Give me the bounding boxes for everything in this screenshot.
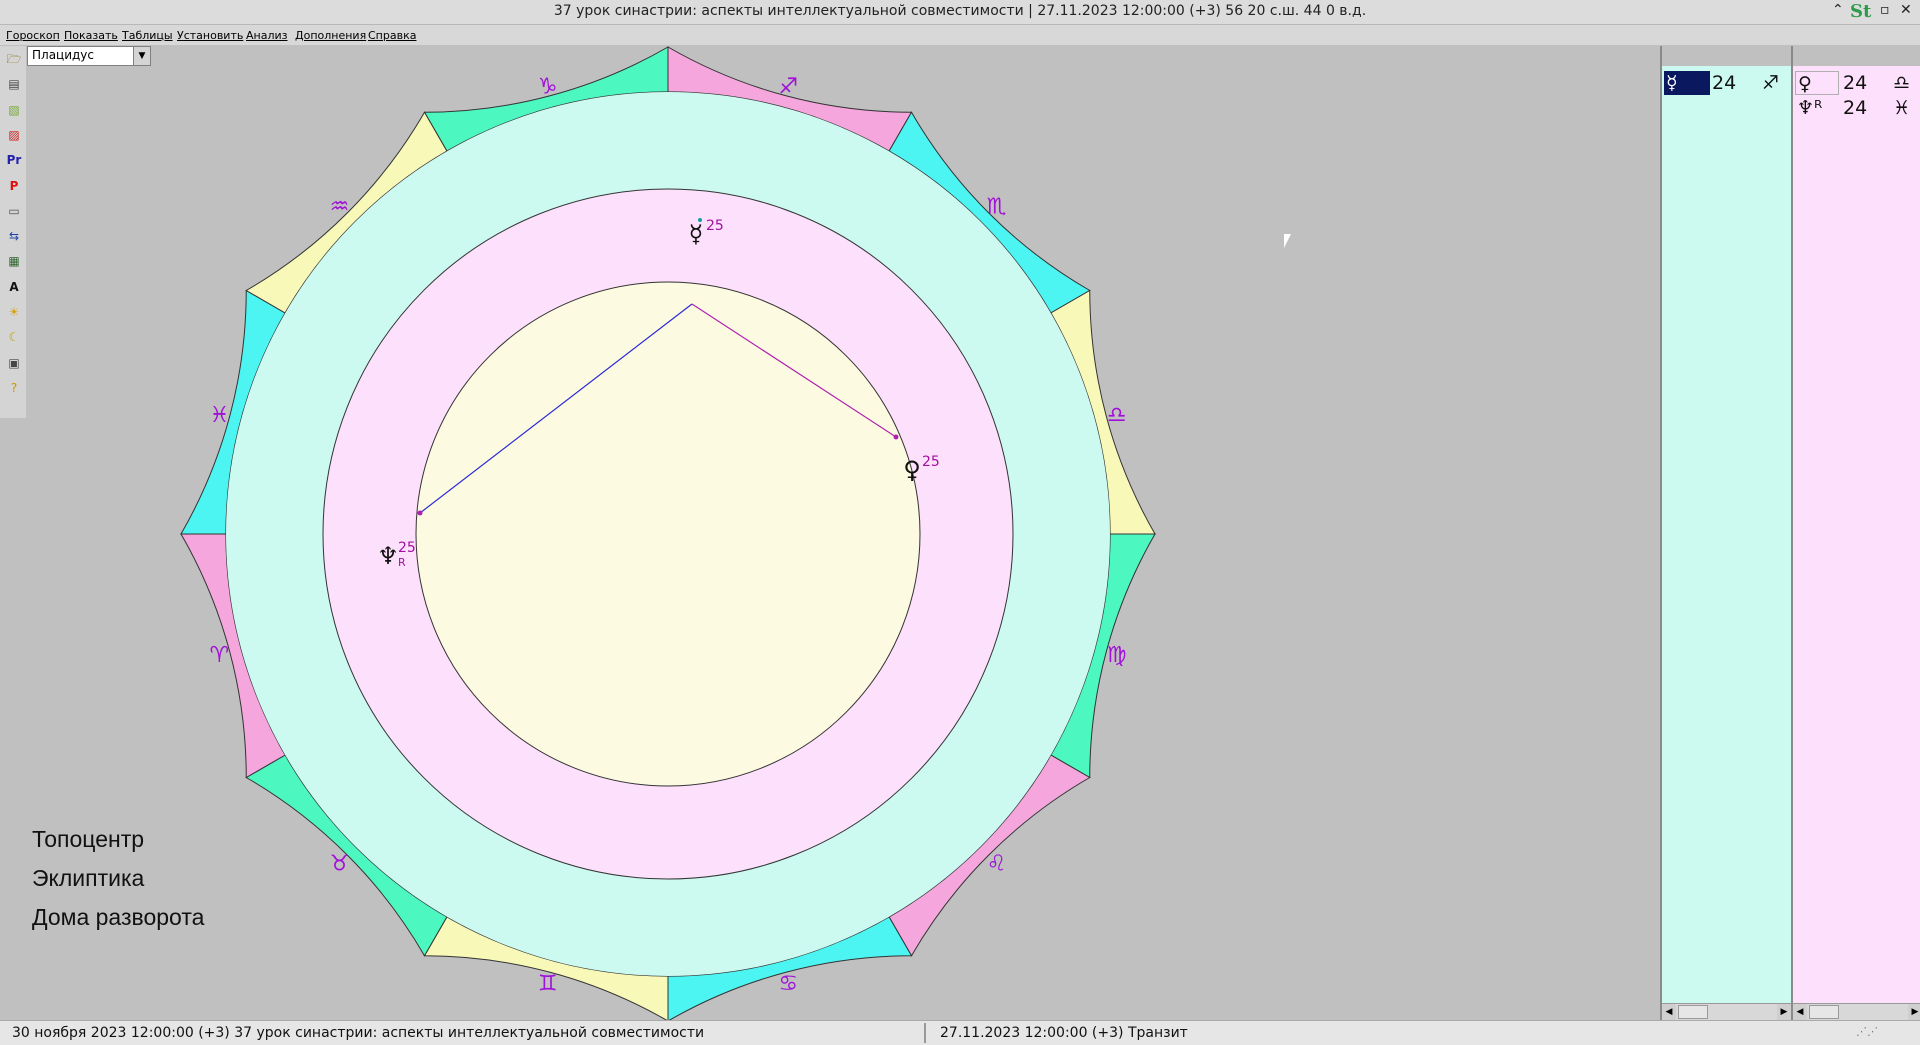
collapse-icon[interactable]: ⌃ [1832,2,1844,18]
zodiac-sign-glyph: ♈ [209,643,229,668]
title-bar: 37 урок синастрии: аспекты интеллектуаль… [0,0,1920,25]
scroll-thumb[interactable] [1809,1005,1839,1019]
scroll-left-icon[interactable]: ◀ [1662,1004,1676,1020]
menu-addons[interactable]: Дополнения [295,29,366,42]
natal-wheel[interactable]: ♑ ♐♏♎♍♌♋♊♉♈♓♒ ☿ 25♀ 25♆ 25R [0,46,1658,1022]
zodiac-sign-glyph: ♌ [987,851,1007,876]
sign-cell: ♎ [1893,72,1911,94]
mercury-glyph[interactable]: ☿ [689,220,704,248]
close-icon[interactable]: ✕ [1900,2,1912,18]
zodiac-sign-glyph: ♎ [1107,403,1127,428]
menu-horoscope[interactable]: Гороскоп [6,29,60,42]
menu-help[interactable]: Справка [368,29,416,42]
zodiac-sign-glyph: ♋ [778,972,798,997]
info-ecliptic: Эклиптика [32,865,145,891]
venus-degree: 25 [922,454,940,470]
venus-glyph[interactable]: ♀ [903,456,921,484]
planet-table-right: ♀ 24 ♎ ♆ᴿ 24 ♓ ◀ ▶ [1791,46,1920,1020]
zodiac-sign-glyph: ♒ [330,195,350,220]
center-disc [415,281,921,787]
menu-tables[interactable]: Таблицы [122,29,173,42]
panel-header [1793,46,1920,66]
degree-cell: 24 [1843,97,1868,119]
zodiac-sign-glyph: ♑ [538,74,558,99]
table-row[interactable]: ♆ᴿ 24 ♓ [1793,96,1920,120]
zodiac-sign-glyph: ♍ [1107,643,1127,668]
planet-glyph-cell[interactable]: ♆ᴿ [1795,96,1841,120]
scroll-right-icon[interactable]: ▶ [1777,1004,1791,1020]
sign-cell: ♓ [1893,97,1911,119]
info-houses: Дома разворота [32,904,205,930]
maximize-icon[interactable]: ▫ [1880,2,1890,18]
resize-grip-icon[interactable]: ⋰⋰ [1856,1025,1878,1038]
menu-set[interactable]: Установить [177,29,243,42]
zodiac-sign-glyph: ♏ [987,195,1007,220]
zodiac-sign-glyph: ♉ [330,851,350,876]
status-left: 30 ноября 2023 12:00:00 (+3) 37 урок син… [12,1025,705,1041]
table-row[interactable]: ♀ 24 ♎ [1793,71,1920,95]
planet-glyph-cell[interactable]: ☿ [1664,71,1710,95]
scroll-thumb[interactable] [1678,1005,1708,1019]
info-topocentre: Топоцентр [32,826,145,852]
status-bar: 30 ноября 2023 12:00:00 (+3) 37 урок син… [0,1020,1920,1045]
degree-cell: 24 [1712,72,1737,94]
zodiac-sign-glyph: ♐ [778,74,798,99]
scroll-right-icon[interactable]: ▶ [1908,1004,1920,1020]
venus-marker [893,434,899,440]
degree-cell: 24 [1843,72,1868,94]
chart-area: ♑ ♐ ♏ ♎ ♍ ♌ ♋ ♊ ♉ ♈ ♓ ♒ ☿ 25 ♀ 25 ♆ 25 R Топоцентр Эклипт… [0,46,1658,1022]
zodiac-sign-glyph: ♓ [209,403,229,428]
scroll-left-icon[interactable]: ◀ [1793,1004,1807,1020]
neptune-glyph[interactable]: ♆ [377,542,399,570]
table-row[interactable]: ☿ 24 ♐ [1662,71,1791,95]
menu-analysis[interactable]: Анализ [246,29,288,42]
neptune-degree: 25 [398,540,416,556]
mouse-pointer-icon [1284,234,1291,248]
planet-glyph-cell[interactable]: ♀ [1795,71,1839,95]
status-right: 27.11.2023 12:00:00 (+3) Транзит [940,1025,1188,1041]
neptune-marker [417,510,423,516]
menu-bar: Гороскоп Показать Таблицы Установить Ана… [0,25,1920,45]
planet-table-left: ☿ 24 ♐ ◀ ▶ [1660,46,1793,1020]
mercury-degree: 25 [706,218,724,234]
sign-cell: ♐ [1762,72,1780,94]
menu-show[interactable]: Показать [64,29,118,42]
zodiac-sign-glyph: ♊ [538,972,558,997]
panel-header [1662,46,1791,66]
horizontal-scrollbar[interactable]: ◀ ▶ [1662,1003,1791,1020]
neptune-retrograde: R [398,556,406,569]
app-logo-icon: St [1850,1,1872,22]
window-title: 37 урок синастрии: аспекты интеллектуаль… [553,3,1367,19]
horizontal-scrollbar[interactable]: ◀ ▶ [1793,1003,1920,1020]
status-separator [924,1023,926,1043]
